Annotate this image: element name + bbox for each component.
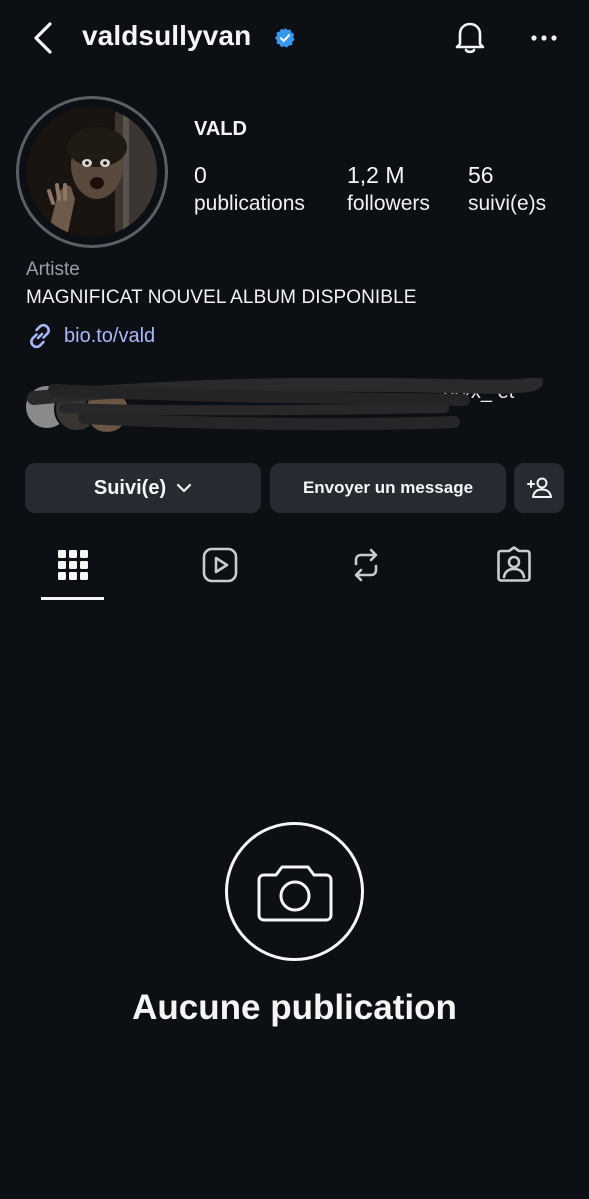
notification-bell-icon[interactable] [452, 18, 488, 56]
send-message-label: Envoyer un message [302, 478, 474, 497]
profile-display-name: VALD [194, 118, 247, 140]
link-text[interactable]: bio.to/vald [64, 325, 155, 348]
reels-icon [202, 547, 238, 583]
more-options-icon[interactable] [526, 24, 562, 52]
profile-avatar[interactable] [27, 107, 157, 237]
tab-posts-grid[interactable] [33, 540, 113, 600]
stat-label: followers [347, 192, 430, 215]
top-bar: valdsullyvan [0, 0, 589, 78]
stat-publications: 0 publications [194, 160, 305, 218]
stat-following[interactable]: 56 suivi(e)s [468, 160, 546, 218]
stat-label: suivi(e)s [468, 192, 547, 215]
tab-tagged[interactable] [474, 540, 554, 600]
following-button[interactable]: Suivi(e) [25, 463, 261, 513]
empty-state-camera [225, 822, 364, 961]
active-tab-indicator [41, 597, 104, 600]
add-person-icon [527, 477, 552, 498]
back-arrow-icon[interactable] [28, 20, 60, 56]
stat-followers[interactable]: 1,2 M followers [347, 160, 430, 218]
followed-by-row[interactable]: _prvx_ et [24, 378, 564, 438]
followed-by-text: _prvx_ et [432, 381, 515, 403]
follower-avatar [84, 388, 130, 434]
following-button-label: Suivi(e) [93, 476, 167, 499]
chevron-down-icon [177, 483, 192, 493]
empty-state-title: Aucune publication [132, 988, 457, 1027]
tagged-icon [497, 546, 531, 582]
grid-icon [58, 550, 88, 580]
stat-value: 1,2 M [347, 162, 405, 188]
followed-by-avatars [24, 384, 144, 434]
profile-bio: MAGNIFICAT NOUVEL ALBUM DISPONIBLE [26, 287, 417, 308]
profile-link[interactable]: bio.to/vald [26, 322, 155, 350]
camera-icon [257, 865, 332, 921]
verified-badge-icon [274, 27, 296, 49]
tab-reels[interactable] [180, 540, 260, 600]
tab-reposts[interactable] [326, 540, 406, 600]
profile-page: valdsullyvan VALD 0 publications 1,2 M f… [0, 0, 589, 1199]
suggested-users-button[interactable] [514, 463, 564, 513]
stat-value: 0 [194, 162, 207, 188]
link-icon [30, 323, 50, 349]
profile-username: valdsullyvan [82, 20, 252, 51]
send-message-button[interactable]: Envoyer un message [270, 463, 506, 513]
stat-label: publications [194, 192, 305, 215]
profile-tabs [0, 540, 589, 602]
reposts-icon [354, 548, 378, 582]
profile-avatar-ring[interactable] [16, 96, 168, 248]
profile-category: Artiste [26, 259, 80, 280]
stat-value: 56 [468, 162, 494, 188]
